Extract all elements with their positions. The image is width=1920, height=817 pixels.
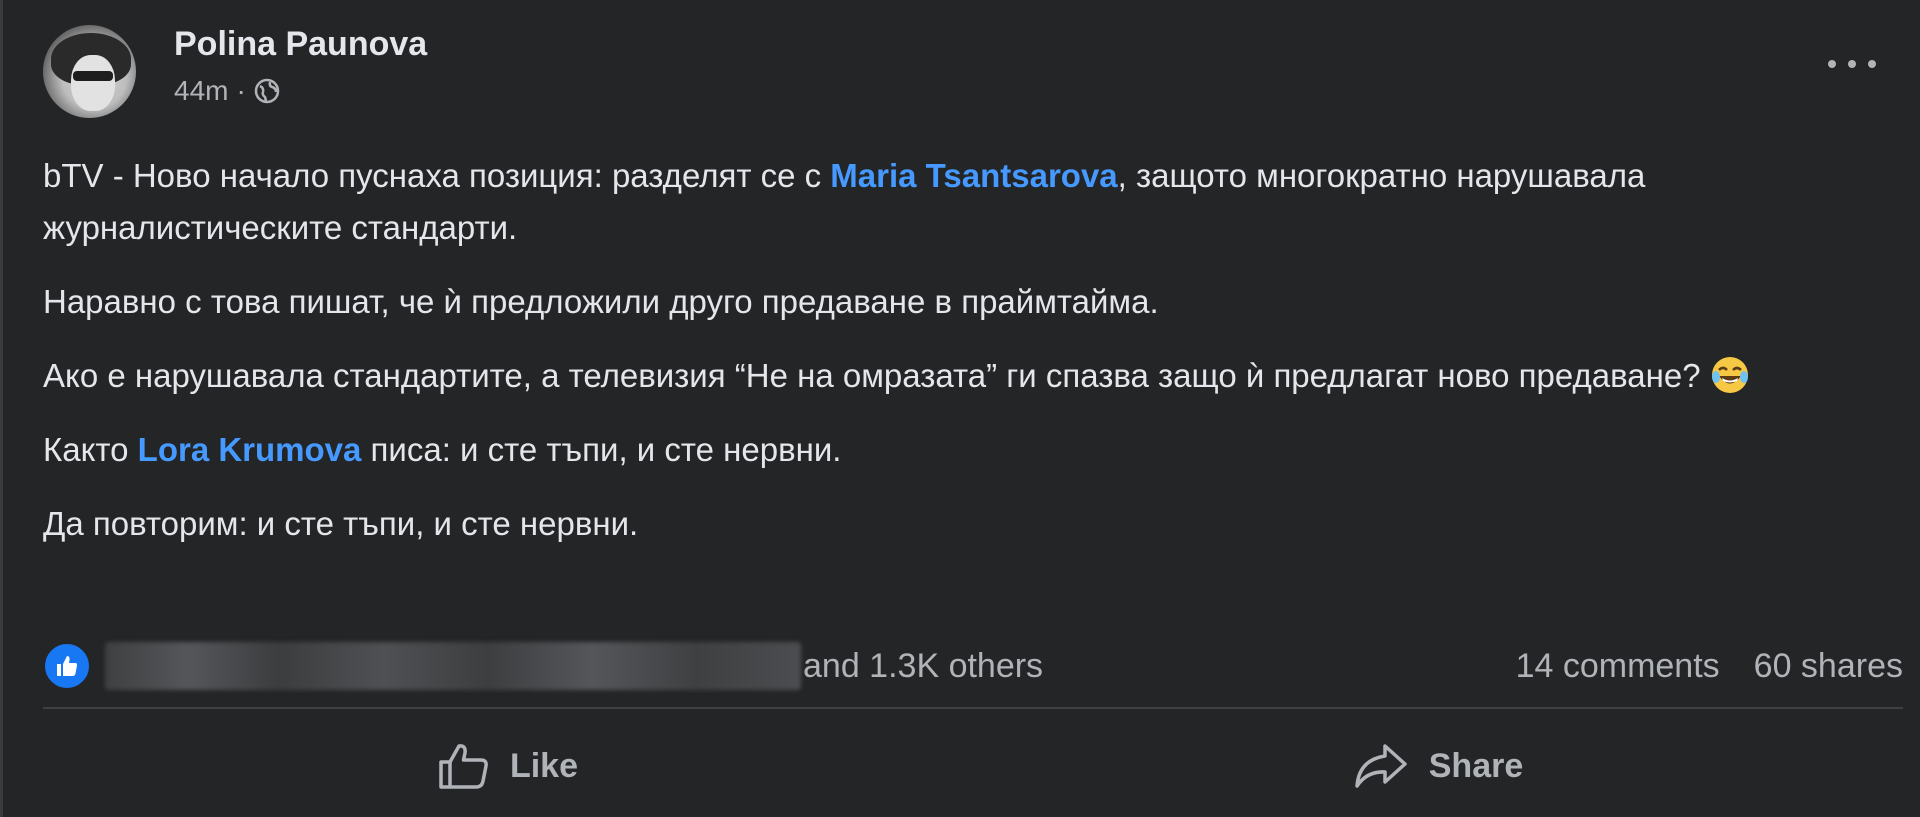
post-header: Polina Paunova 44m · [43, 16, 427, 126]
shares-count[interactable]: 60 shares [1754, 647, 1903, 686]
paragraph-4-text-b: писа: и сте тъпи, и сте нервни. [361, 431, 842, 468]
reactions-count[interactable]: and 1.3K others [803, 647, 1043, 686]
action-bar: Like Share [43, 718, 1903, 814]
laughing-tears-icon [1710, 355, 1750, 395]
paragraph-5: Да повторим: и сте тъпи, и сте нервни. [43, 505, 639, 542]
paragraph-4-text-a: Както [43, 431, 138, 468]
paragraph-3: Ако е нарушавала стандартите, а телевизи… [43, 350, 1883, 402]
globe-icon[interactable] [254, 78, 280, 104]
author-block: Polina Paunova 44m · [174, 25, 427, 107]
meta-separator: · [236, 75, 246, 106]
divider [43, 707, 1903, 709]
paragraph-1-text-a: bTV - Ново начало пуснаха позиция: разде… [43, 157, 831, 194]
facebook-post: Polina Paunova 44m · bTV - Ново начало п… [0, 0, 1920, 817]
mention-maria-tsantsarova[interactable]: Maria Tsantsarova [830, 157, 1117, 194]
like-label: Like [509, 746, 579, 785]
mention-lora-krumova[interactable]: Lora Krumova [138, 431, 362, 468]
comments-count[interactable]: 14 comments [1516, 647, 1720, 686]
like-button[interactable]: Like [43, 718, 973, 814]
share-label: Share [1428, 746, 1524, 785]
post-stats: and 1.3K others 14 comments 60 shares [43, 638, 1903, 694]
share-arrow-icon [1355, 744, 1407, 788]
paragraph-4: Както Lora Krumova писа: и сте тъпи, и с… [43, 424, 1883, 476]
stats-right: 14 comments 60 shares [1516, 647, 1903, 686]
post-meta: 44m · [174, 75, 427, 107]
share-button[interactable]: Share [973, 718, 1903, 814]
post-time[interactable]: 44m [174, 75, 228, 107]
paragraph-1: bTV - Ново начало пуснаха позиция: разде… [43, 150, 1883, 254]
post-content: bTV - Ново начало пуснаха позиция: разде… [43, 150, 1883, 572]
paragraph-3-text: Ако е нарушавала стандартите, а телевизи… [43, 357, 1701, 394]
more-options-icon[interactable] [1828, 48, 1876, 80]
blurred-reactor-names [105, 642, 801, 690]
author-name[interactable]: Polina Paunova [174, 23, 427, 65]
paragraph-2: Наравно с това пишат, че ѝ предложили др… [43, 283, 1159, 320]
like-reaction-icon[interactable] [43, 642, 91, 690]
thumbs-up-icon [439, 744, 488, 789]
avatar[interactable] [43, 24, 136, 118]
